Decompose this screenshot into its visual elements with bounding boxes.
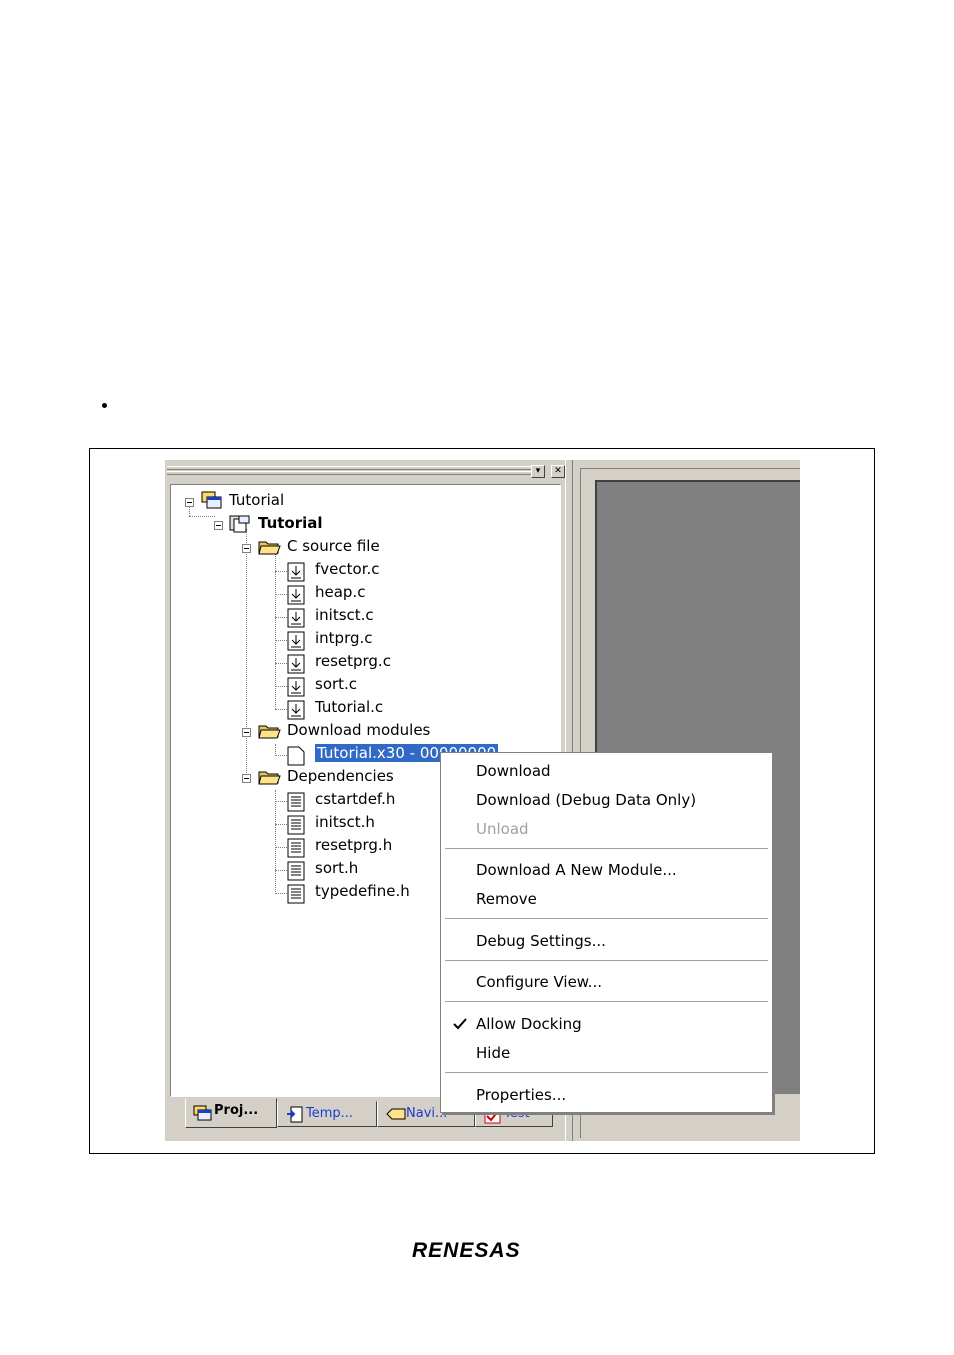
menu-item-hide[interactable]: Hide [476,1042,510,1064]
workspace-icon [201,491,222,509]
header-file-icon [287,861,305,881]
menu-item-allow-docking[interactable]: Allow Docking [476,1013,582,1035]
tree-file[interactable]: cstartdef.h [315,788,395,810]
project-icon [229,515,250,533]
tree-file[interactable]: sort.h [315,857,358,879]
source-file-icon [287,700,305,720]
source-file-icon [287,677,305,697]
tree-root-label[interactable]: Tutorial [229,489,284,511]
header-file-icon [287,792,305,812]
menu-item-configure-view[interactable]: Configure View... [476,971,602,993]
tab-templates[interactable]: Temp... [277,1101,377,1127]
menu-separator [445,1072,768,1073]
folder-label[interactable]: C source file [287,535,380,557]
collapse-icon[interactable] [214,521,223,530]
menu-separator [445,918,768,919]
source-file-icon [287,654,305,674]
menu-item-debug-settings[interactable]: Debug Settings... [476,930,606,952]
folder-label[interactable]: Download modules [287,719,430,741]
tree-file[interactable]: initsct.h [315,811,375,833]
blank-file-icon [287,746,305,766]
tree-file[interactable]: typedefine.h [315,880,410,902]
menu-item-unload: Unload [476,820,529,838]
tree-file[interactable]: resetprg.h [315,834,392,856]
tree-file[interactable]: initsct.c [315,604,374,626]
source-file-icon [287,608,305,628]
menu-separator [445,960,768,961]
header-file-icon [287,815,305,835]
source-file-icon [287,631,305,651]
template-icon [287,1106,303,1123]
grip-line [167,471,531,475]
bullet-point [102,403,107,408]
menu-separator [445,1001,768,1002]
tree-project-label[interactable]: Tutorial [258,512,323,534]
tree-file[interactable]: fvector.c [315,558,380,580]
folder-open-icon [258,541,281,555]
panel-titlebar[interactable]: ▾ ✕ [165,460,570,482]
close-icon[interactable]: ✕ [551,465,565,478]
dropdown-icon[interactable]: ▾ [531,465,545,478]
menu-item-download[interactable]: Download [476,760,551,782]
menu-item-download-new[interactable]: Download A New Module... [476,859,677,881]
folder-label[interactable]: Dependencies [287,765,394,787]
collapse-icon[interactable] [185,498,194,507]
header-file-icon [287,838,305,858]
folder-open-icon [258,725,281,739]
collapse-icon[interactable] [242,544,251,553]
collapse-icon[interactable] [242,774,251,783]
header-file-icon [287,884,305,904]
renesas-logo: RENESAS [412,1239,521,1262]
menu-item-remove[interactable]: Remove [476,888,537,910]
checkmark-icon [453,1018,467,1030]
grip-line [167,466,531,470]
tree-file[interactable]: sort.c [315,673,357,695]
tree-file[interactable]: resetprg.c [315,650,391,672]
folder-open-icon [258,771,281,785]
context-menu: Download Download (Debug Data Only) Unlo… [440,752,773,1113]
tab-project[interactable]: Proj... [185,1098,277,1128]
workspace-icon [193,1105,212,1121]
navigation-icon [386,1108,406,1120]
source-file-icon [287,585,305,605]
source-file-icon [287,562,305,582]
tree-file[interactable]: intprg.c [315,627,373,649]
menu-item-properties[interactable]: Properties... [476,1084,566,1106]
tab-label: Proj... [214,1103,259,1118]
menu-item-download-debug[interactable]: Download (Debug Data Only) [476,789,696,811]
collapse-icon[interactable] [242,728,251,737]
tree-file[interactable]: Tutorial.c [315,696,383,718]
tab-label: Temp... [306,1106,354,1121]
tree-file[interactable]: heap.c [315,581,365,603]
menu-separator [445,848,768,849]
logo-text: RENESAS [412,1239,521,1262]
